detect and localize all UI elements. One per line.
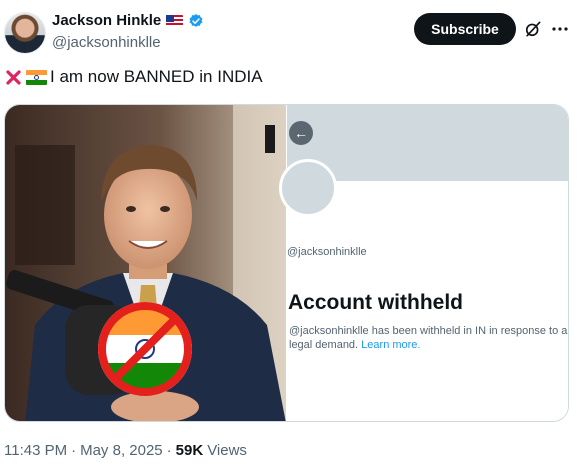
- post-time[interactable]: 11:43 PM: [4, 442, 67, 459]
- profile-avatar-placeholder: [279, 159, 337, 217]
- post-meta: 11:43 PM · May 8, 2025 · 59K Views: [4, 442, 247, 459]
- withheld-account-handle: @jacksonhinklle: [287, 246, 367, 258]
- author-handle[interactable]: @jacksonhinklle: [52, 34, 161, 51]
- author-avatar[interactable]: [4, 12, 46, 54]
- account-withheld-screenshot[interactable]: ← @jacksonhinklle Account withheld @jack…: [279, 105, 568, 421]
- subscribe-button[interactable]: Subscribe: [414, 13, 516, 45]
- grok-icon[interactable]: [523, 19, 543, 39]
- post-media[interactable]: ← @jacksonhinklle Account withheld @jack…: [4, 104, 569, 422]
- withheld-title: Account withheld: [288, 291, 463, 314]
- post-date[interactable]: May 8, 2025: [80, 442, 163, 459]
- india-flag-icon: [26, 69, 47, 85]
- views-count: 59K: [175, 442, 204, 459]
- photo-man-with-crossed-out-india-flag[interactable]: [5, 105, 286, 421]
- author-name-row: Jackson Hinkle: [52, 12, 204, 29]
- meta-separator: ·: [71, 442, 77, 459]
- learn-more-link: Learn more.: [361, 339, 421, 351]
- post-body-text: I am now BANNED in INDIA: [50, 67, 263, 86]
- more-options-icon[interactable]: [550, 19, 570, 39]
- withheld-message: @jacksonhinklle has been withheld in IN …: [289, 324, 568, 352]
- verified-badge-icon: [189, 13, 203, 27]
- cross-mark-icon: [6, 69, 21, 85]
- post-header: Jackson Hinkle @jacksonhinklle Subscribe: [0, 0, 585, 62]
- post-text: I am now BANNED in INDIA: [4, 67, 263, 87]
- withheld-body-text: @jacksonhinklle has been withheld in IN …: [289, 325, 568, 351]
- views-label: Views: [207, 442, 247, 459]
- back-arrow-icon: ←: [289, 121, 313, 145]
- meta-separator: ·: [166, 442, 172, 459]
- us-flag-icon: [166, 14, 184, 27]
- author-name[interactable]: Jackson Hinkle: [52, 12, 161, 29]
